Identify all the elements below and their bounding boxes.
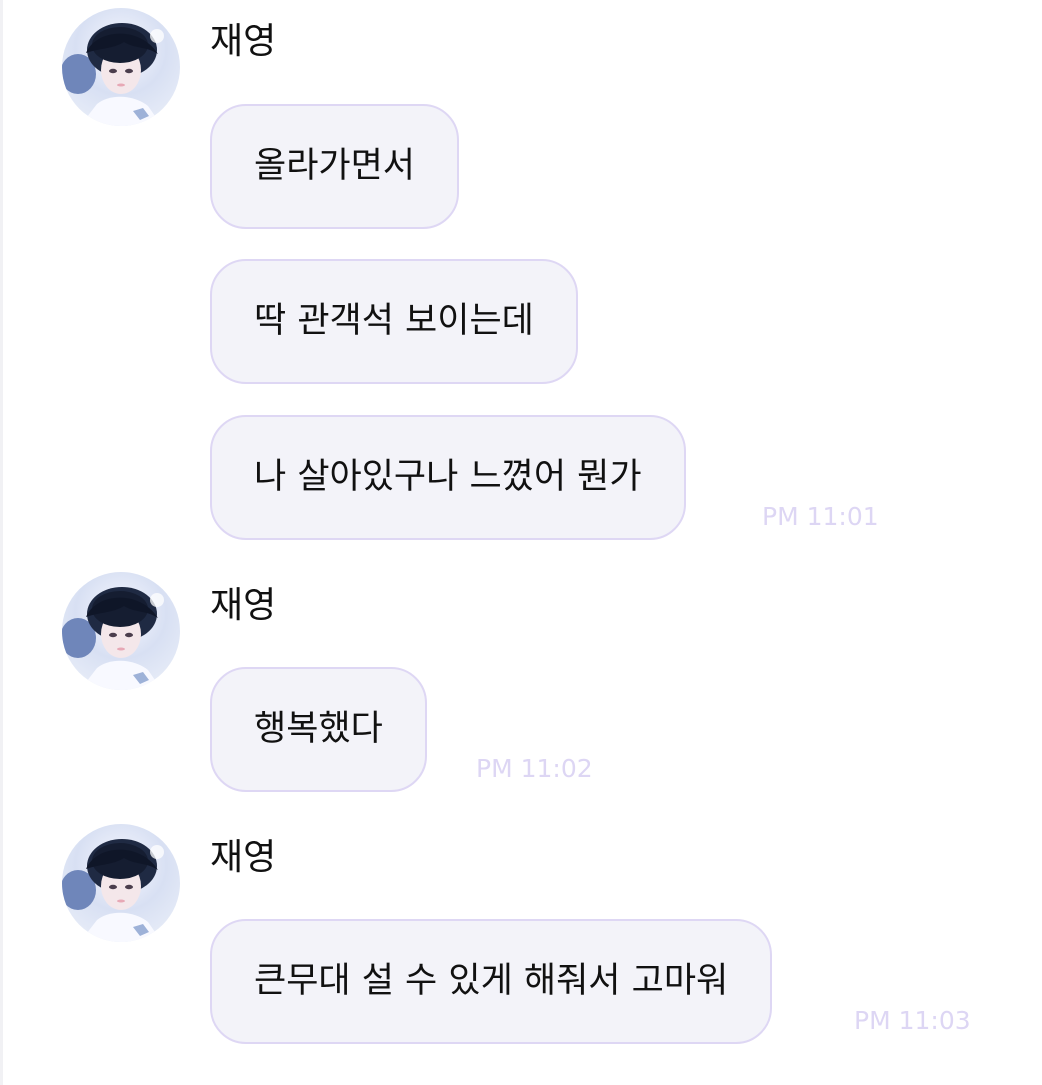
message-timestamp: PM 11:01: [762, 502, 879, 531]
message-bubble[interactable]: 나 살아있구나 느꼈어 뭔가: [210, 415, 686, 540]
profile-photo-icon[interactable]: [62, 572, 180, 690]
message-bubble[interactable]: 행복했다: [210, 667, 427, 792]
message-timestamp: PM 11:02: [476, 754, 593, 783]
sender-name: 재영: [210, 837, 277, 878]
left-edge-divider: [0, 0, 3, 1085]
profile-photo-icon[interactable]: [62, 8, 180, 126]
message-bubble[interactable]: 큰무대 설 수 있게 해줘서 고마워: [210, 919, 773, 1044]
message-bubble[interactable]: 올라가면서: [210, 104, 460, 229]
profile-photo-icon[interactable]: [62, 824, 180, 942]
message-bubble[interactable]: 딱 관객석 보이는데: [210, 259, 578, 384]
sender-name: 재영: [210, 585, 277, 626]
sender-name: 재영: [210, 21, 277, 62]
message-timestamp: PM 11:03: [854, 1006, 971, 1035]
